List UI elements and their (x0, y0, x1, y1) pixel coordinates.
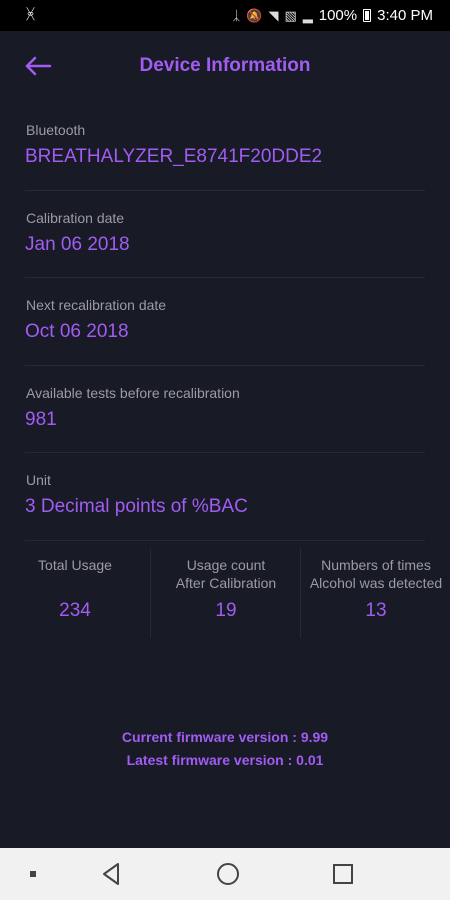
stat-label: Total Usage (0, 556, 150, 574)
stat-label: Numbers of times Alcohol was detected (301, 556, 450, 592)
info-label: Available tests before recalibration (26, 384, 240, 401)
info-label: Calibration date (26, 209, 125, 226)
info-value: Jan 06 2018 (25, 233, 130, 255)
info-row-available-tests: Available tests before recalibration 981 (25, 366, 425, 453)
recents-square-icon (333, 864, 353, 884)
current-firmware-version: Current firmware version : 9.99 (121, 729, 329, 745)
device-info-list: Bluetooth BREATHALYZER_E8741F20DDE2 Cali… (25, 103, 425, 541)
wifi-icon: ◥ (268, 7, 279, 23)
page-title: Device Information (139, 55, 311, 76)
stat-usage-after-calibration: Usage count After Calibration 19 (150, 548, 301, 638)
latest-firmware-version: Latest firmware version : 0.01 (126, 752, 324, 768)
stat-value: 13 (365, 600, 387, 621)
nav-recents-button[interactable] (327, 858, 359, 890)
info-row-bluetooth: Bluetooth BREATHALYZER_E8741F20DDE2 (25, 103, 425, 191)
mute-icon: 🔕 (246, 7, 263, 23)
info-row-calibration-date: Calibration date Jan 06 2018 (25, 191, 425, 278)
stat-label: Usage count After Calibration (151, 556, 301, 592)
stat-label-line1: Usage count (186, 557, 266, 573)
info-row-next-recalibration: Next recalibration date Oct 06 2018 (25, 278, 425, 366)
stat-label-line1: Numbers of times (321, 557, 431, 573)
stat-total-usage: Total Usage 234 (0, 548, 150, 638)
stat-alcohol-detected: Numbers of times Alcohol was detected 13 (300, 548, 450, 638)
stat-label-line1: Total Usage (38, 557, 112, 573)
bluetooth-icon: ᛣ (232, 8, 241, 23)
home-circle-icon (217, 863, 239, 885)
info-label: Next recalibration date (26, 297, 167, 313)
dot-icon (30, 871, 36, 877)
clock: 3:40 PM (377, 7, 433, 24)
battery-percent: 100% (318, 7, 358, 24)
stat-value: 19 (215, 600, 237, 621)
battery-icon (363, 9, 372, 22)
info-label: Bluetooth (26, 122, 86, 138)
nav-back-button[interactable] (96, 858, 128, 890)
stat-label-line2: After Calibration (175, 575, 277, 591)
firmware-info: Current firmware version : 9.99 Latest f… (0, 726, 450, 772)
nav-home-button[interactable] (212, 858, 244, 890)
status-bar: ᚸ ᛣ 🔕 ◥ ▧ ▂ 100% 3:40 PM (0, 0, 450, 31)
menu-dot-button[interactable] (17, 858, 49, 890)
info-value: 3 Decimal points of %BAC (25, 496, 248, 517)
info-row-unit: Unit 3 Decimal points of %BAC (25, 453, 425, 541)
info-label: Unit (26, 472, 51, 488)
triangle-back-icon (103, 863, 119, 885)
info-value: BREATHALYZER_E8741F20DDE2 (25, 146, 323, 167)
no-sim-icon: ▧ (284, 7, 297, 23)
navigation-bar (0, 848, 450, 900)
usb-icon: ᚸ (26, 6, 36, 23)
usage-stats: Total Usage 234 Usage count After Calibr… (0, 548, 450, 638)
app-bar: Device Information (0, 31, 450, 103)
info-value: 981 (25, 408, 57, 430)
info-value: Oct 06 2018 (25, 321, 129, 342)
stat-value: 234 (59, 600, 91, 621)
signal-icon: ▂ (302, 7, 313, 23)
status-icons: ᛣ 🔕 ◥ ▧ ▂ 100% 3:40 PM (232, 7, 433, 24)
stat-label-line2: Alcohol was detected (309, 575, 443, 591)
